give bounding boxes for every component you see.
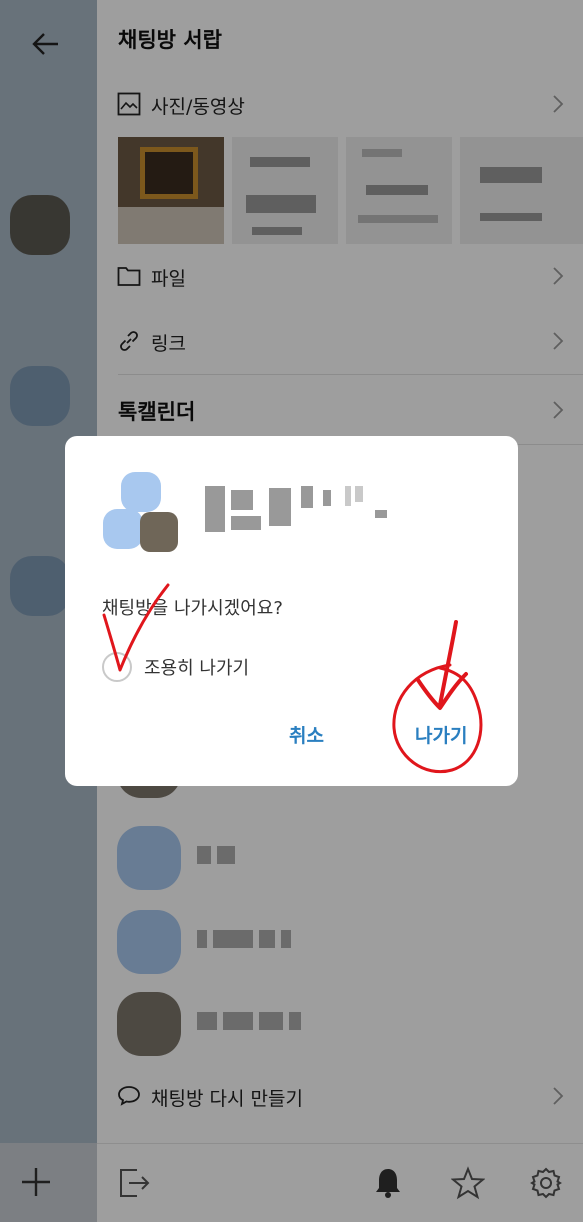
avatar [140,512,178,552]
dialog-question: 채팅방을 나가시겠어요? [102,598,283,619]
avatar [121,472,161,512]
leave-button[interactable]: 나가기 [415,721,467,748]
quiet-leave-label[interactable]: 조용히 나가기 [144,654,249,680]
chat-name-blurred [205,486,395,542]
quiet-leave-radio[interactable] [102,652,132,682]
avatar [103,509,143,549]
cancel-button[interactable]: 취소 [289,721,324,748]
leave-chat-dialog: 채팅방을 나가시겠어요? 조용히 나가기 취소 나가기 [65,436,518,786]
